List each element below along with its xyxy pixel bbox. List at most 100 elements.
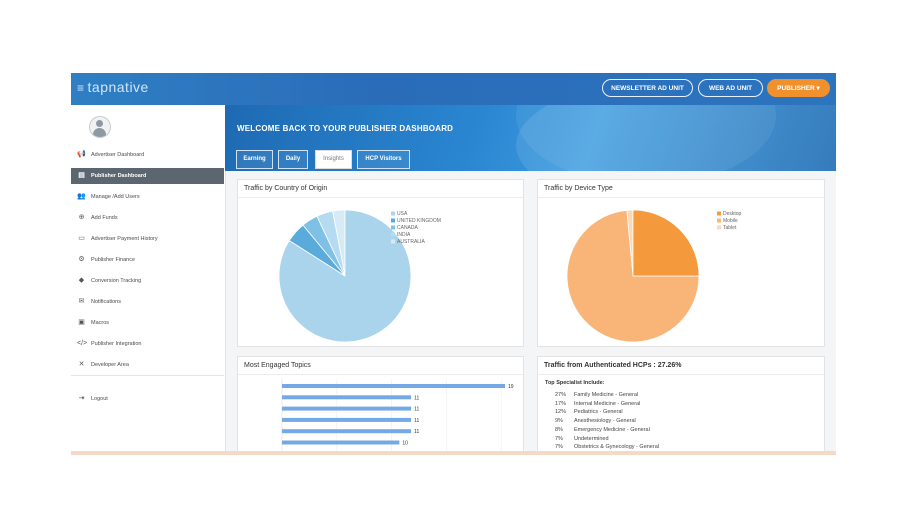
- legend-label: AUSTRALIA: [397, 239, 425, 245]
- bar-value-label: 19: [508, 384, 514, 390]
- legend-swatch: [391, 232, 395, 237]
- legend-label: CANADA: [397, 225, 419, 231]
- sidebar-item-label: Publisher Finance: [91, 257, 136, 263]
- specialist-name: Pediatrics - General: [574, 409, 623, 416]
- newsletter-ad-unit-button[interactable]: NEWSLETTER AD UNIT: [602, 79, 693, 97]
- megaphone-icon: 📢: [77, 151, 86, 158]
- sidebar-item-label: Logout: [91, 396, 108, 402]
- sidebar-item-macros[interactable]: ▣ Macros: [71, 315, 224, 331]
- gear-icon: ⚙: [78, 256, 85, 263]
- tab-insights[interactable]: Insights: [315, 150, 352, 169]
- tab-hcp-visitors[interactable]: HCP Visitors: [357, 150, 410, 169]
- topic-bar: [282, 384, 505, 388]
- specialist-name: Undetermined: [574, 435, 609, 442]
- bar-value-label: 11: [414, 429, 419, 435]
- publisher-dropdown-button[interactable]: PUBLISHER ▾: [767, 79, 830, 97]
- device-pie-chart: DesktopMobileTablet: [566, 209, 742, 343]
- sidebar-item-label: Advertiser Dashboard: [91, 152, 145, 158]
- legend-swatch: [391, 225, 395, 230]
- brand-name: tapnative: [87, 79, 149, 95]
- sidebar-item-conversion-tracking[interactable]: ◆ Conversion Tracking: [71, 273, 224, 289]
- specialist-heading: Top Specialist Include:: [545, 380, 605, 386]
- specialist-name: Internal Medicine - General: [574, 400, 641, 407]
- code-icon: </>: [77, 340, 88, 347]
- logout-icon: ⇥: [78, 395, 85, 402]
- topic-bar: [282, 406, 412, 411]
- specialist-name: Family Medicine - General: [574, 392, 639, 398]
- specialist-percent: 9%: [555, 418, 563, 425]
- sidebar-item-add-funds[interactable]: ⊕ Add Funds: [71, 210, 224, 226]
- sidebar-item-label: Add Funds: [91, 215, 118, 221]
- legend-label: Tablet: [723, 225, 737, 231]
- sidebar-item-developer-area[interactable]: ✕ Developer Area: [71, 357, 224, 373]
- top-bar: ≡ tapnative NEWSLETTER AD UNIT WEB AD UNI…: [71, 73, 836, 105]
- sidebar-item-publisher-dashboard[interactable]: ▤ Publisher Dashboard: [71, 168, 224, 184]
- specialist-row: 27% Family Medicine - General: [555, 392, 638, 398]
- specialist-percent: 7%: [555, 435, 563, 442]
- avatar[interactable]: [89, 116, 111, 138]
- engaged-topics-card: Most Engaged Topics 19 11 11 11 11 10: [237, 356, 524, 455]
- specialist-row: 7% Obstetrics & Gynecology - General: [555, 444, 659, 450]
- sidebar-item-advertiser-dashboard[interactable]: 📢 Advertiser Dashboard: [71, 147, 224, 163]
- topic-bar: [282, 395, 412, 400]
- sidebar-item-label: Macros: [91, 320, 110, 326]
- device-traffic-card: Traffic by Device Type Desktop Mobile Tabl…: [537, 179, 825, 347]
- legend-swatch: [717, 225, 721, 230]
- topics-bar-chart: 19 11 11 11 11 10: [281, 379, 514, 455]
- specialist-name: Emergency Medicine - General: [574, 426, 650, 433]
- topic-bar: [282, 440, 400, 445]
- users-icon: 👥: [77, 193, 86, 200]
- specialist-percent: 17%: [555, 400, 567, 407]
- sidebar-item-publisher-finance[interactable]: ⚙ Publisher Finance: [71, 252, 224, 268]
- shuffle-icon: ✕: [78, 361, 85, 368]
- card-title: Traffic from Authenticated HCPs : 27.26%: [544, 362, 682, 369]
- sidebar-item-manage-add-users[interactable]: 👥 Manage /Add Users: [71, 189, 224, 205]
- bar-value-label: 10: [402, 441, 408, 447]
- bar-value-label: 11: [414, 395, 419, 401]
- specialist-name: Obstetrics & Gynecology - General: [574, 444, 659, 451]
- legend-label: Desktop: [723, 211, 742, 217]
- card-icon: ▭: [78, 235, 85, 242]
- monitor-icon: ▣: [78, 319, 85, 326]
- web-ad-unit-button[interactable]: WEB AD UNIT: [698, 79, 763, 97]
- specialist-percent: 12%: [555, 409, 567, 416]
- bar-value-label: 11: [414, 418, 419, 424]
- hero-banner: WELCOME BACK TO YOUR PUBLISHER DASHBOARD…: [225, 105, 836, 171]
- country-traffic-card: Traffic by Country of Origin USA UNITED K…: [237, 179, 524, 347]
- sidebar-item-label: Publisher Integration: [91, 341, 142, 347]
- specialist-row: 12% Pediatrics - General: [555, 409, 623, 415]
- page-bottom-edge: [71, 451, 836, 455]
- sidebar-item-label: Conversion Tracking: [91, 278, 142, 284]
- legend-swatch: [391, 218, 395, 223]
- sidebar-item-advertiser-payment-history[interactable]: ▭ Advertiser Payment History: [71, 231, 224, 247]
- brand-logo[interactable]: ≡ tapnative: [77, 79, 149, 95]
- sidebar-item-label: Notifications: [91, 299, 121, 305]
- tab-daily[interactable]: Daily: [278, 150, 308, 169]
- specialist-row: 17% Internal Medicine - General: [555, 401, 640, 407]
- sidebar-item-label: Developer Area: [91, 362, 129, 368]
- sidebar-item-logout[interactable]: ⇥ Logout: [71, 391, 224, 407]
- sidebar-item-notifications[interactable]: ✉ Notifications: [71, 294, 224, 310]
- topic-bar: [282, 429, 412, 434]
- sidebar-item-label: Manage /Add Users: [91, 194, 140, 200]
- specialist-row: 7% Undetermined: [555, 436, 609, 442]
- specialist-name: Anesthesiology - General: [574, 418, 636, 425]
- sidebar-item-label: Advertiser Payment History: [91, 236, 158, 242]
- hcp-traffic-card: Traffic from Authenticated HCPs : 27.26%…: [537, 356, 825, 455]
- legend-label: INDIA: [397, 232, 411, 238]
- legend-label: USA: [397, 211, 408, 217]
- divider: [538, 374, 824, 375]
- bar-value-label: 11: [414, 407, 419, 413]
- hamburger-icon[interactable]: ≡: [77, 81, 85, 95]
- specialist-percent: 27%: [555, 392, 567, 398]
- avatar-body: [93, 128, 106, 137]
- tab-earning[interactable]: Earning: [236, 150, 273, 169]
- legend-swatch: [717, 211, 721, 216]
- sidebar-divider: [71, 375, 224, 376]
- pie-slice-desktop: [632, 209, 700, 277]
- legend-swatch: [391, 239, 395, 244]
- envelope-icon: ✉: [78, 298, 85, 305]
- sidebar-item-publisher-integration[interactable]: </> Publisher Integration: [71, 336, 224, 352]
- sidebar: 📢 Advertiser Dashboard ▤ Publisher Dashboar…: [71, 105, 226, 455]
- funds-icon: ⊕: [78, 214, 85, 221]
